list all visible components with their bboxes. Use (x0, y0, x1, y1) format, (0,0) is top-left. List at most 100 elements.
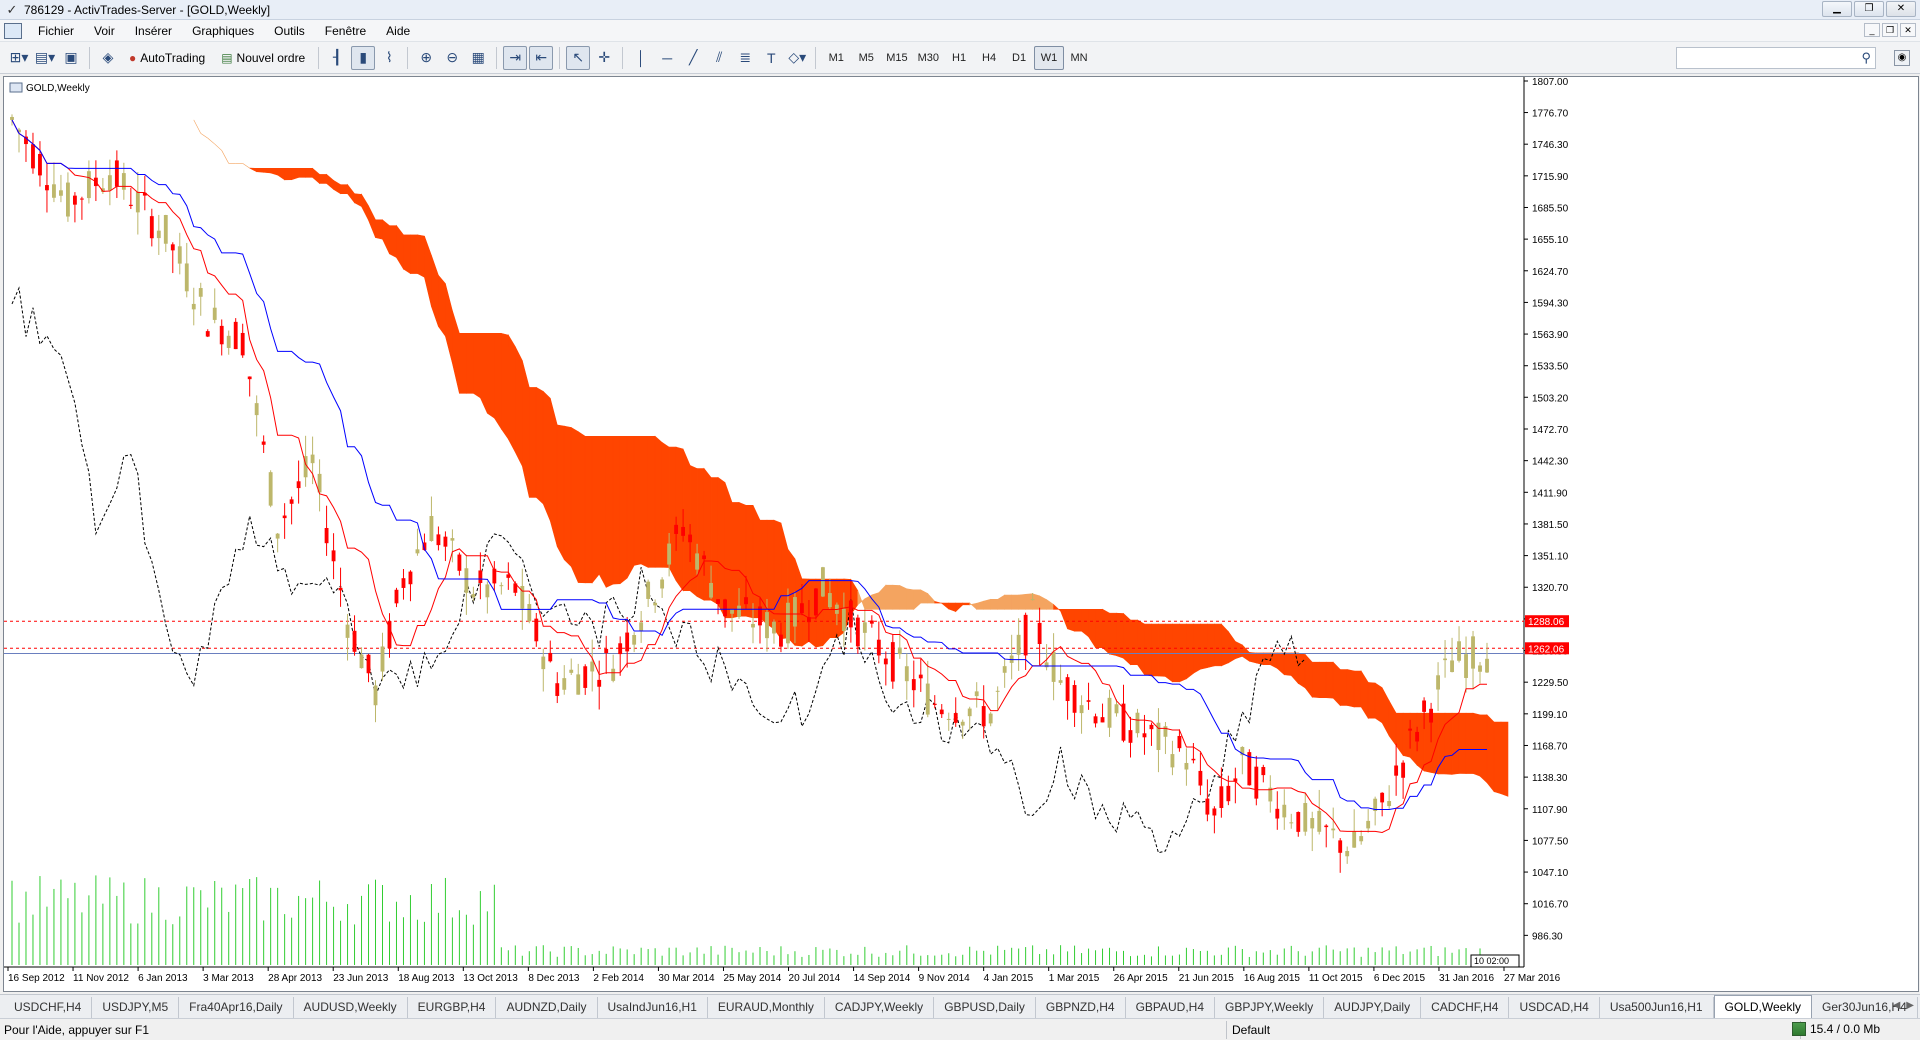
cursor-icon[interactable]: ↖ (566, 45, 591, 70)
candle-body (457, 554, 462, 571)
kumo-bullish-segment (899, 585, 908, 610)
community-icon[interactable]: ◉ (1894, 50, 1910, 66)
candle-body (925, 683, 930, 715)
vertical-line-icon[interactable]: │ (629, 46, 653, 70)
time-tick-label: 28 Apr 2013 (268, 973, 322, 984)
profiles-button[interactable]: ▤▾ (33, 46, 57, 70)
maximize-button[interactable]: ❐ (1854, 1, 1884, 17)
chart-tab[interactable]: GBPJPY,Weekly (1215, 997, 1325, 1018)
auto-scroll-icon[interactable]: ⇥ (503, 45, 528, 70)
child-close-button[interactable]: ✕ (1900, 23, 1916, 37)
timeframe-m15[interactable]: M15 (881, 46, 912, 70)
market-watch-icon[interactable]: ▣ (59, 46, 83, 70)
menu-aide[interactable]: Aide (378, 22, 422, 40)
toolbar-separator (815, 46, 817, 69)
candle-body (212, 307, 217, 320)
kumo-bearish-segment (1353, 670, 1362, 708)
timeframe-w1[interactable]: W1 (1034, 45, 1065, 70)
kumo-bearish-segment (1311, 661, 1320, 699)
shapes-menu-icon[interactable]: ◇▾ (785, 46, 809, 70)
candlestick-chart-icon[interactable]: ▮ (351, 45, 376, 70)
chart-document-icon[interactable] (4, 22, 22, 39)
candle-body (632, 635, 637, 645)
candle-body (205, 331, 210, 337)
new-order-button[interactable]: ▤ Nouvel ordre (214, 46, 312, 70)
chart-tab[interactable]: GBPUSD,Daily (934, 997, 1036, 1018)
trendline-icon[interactable]: ╱ (681, 46, 705, 70)
experts-icon[interactable]: ◈ (96, 46, 120, 70)
timeframe-h4[interactable]: H4 (974, 46, 1004, 70)
new-chart-button[interactable]: ⊞▾ (7, 46, 31, 70)
chart-tab[interactable]: USDCAD,H4 (1509, 997, 1600, 1018)
chart-tab[interactable]: AUDUSD,Weekly (294, 997, 408, 1018)
chart-tab[interactable]: Usa500Jun16,H1 (1600, 997, 1714, 1018)
candle-body (660, 579, 665, 589)
chart-tab[interactable]: GBPNZD,H4 (1036, 997, 1126, 1018)
kumo-bearish-segment (1339, 669, 1348, 706)
candle-body (939, 709, 944, 715)
menu-inserer[interactable]: Insérer (127, 22, 184, 40)
channel-icon[interactable]: ⫽ (707, 46, 731, 70)
timeframe-d1[interactable]: D1 (1004, 46, 1034, 70)
chart-tab[interactable]: AUDJPY,Daily (1324, 997, 1422, 1018)
chart-tab[interactable]: EURAUD,Monthly (708, 997, 825, 1018)
chart-shift-icon[interactable]: ⇤ (529, 45, 554, 70)
fibonacci-icon[interactable]: ≣ (733, 46, 757, 70)
candle-body (450, 538, 455, 541)
timeframe-m5[interactable]: M5 (851, 46, 881, 70)
chart-tab[interactable]: Fra40Apr16,Daily (179, 997, 294, 1018)
horizontal-line-icon[interactable]: ─ (655, 46, 679, 70)
line-chart-icon[interactable]: ⌇ (377, 46, 401, 70)
child-minimize-button[interactable]: _ (1864, 23, 1880, 37)
timeframe-mn[interactable]: MN (1064, 46, 1094, 70)
candle-body (534, 618, 539, 642)
candle-body (562, 678, 567, 690)
timeframe-m30[interactable]: M30 (913, 46, 944, 70)
kumo-bearish-segment (584, 435, 593, 584)
candle-body (1485, 658, 1489, 673)
chart-tab[interactable]: USDCHF,H4 (4, 997, 93, 1018)
zoom-in-icon[interactable]: ⊕ (414, 46, 438, 70)
chart-tab[interactable]: EURGBP,H4 (408, 997, 497, 1018)
chart-tab[interactable]: AUDNZD,Daily (496, 997, 598, 1018)
timeframe-h1[interactable]: H1 (944, 46, 974, 70)
kumo-bearish-segment (647, 435, 656, 568)
chart-tab[interactable]: GBPAUD,H4 (1126, 997, 1216, 1018)
chart-tab[interactable]: CADJPY,Weekly (825, 997, 935, 1018)
crosshair-icon[interactable]: ✛ (592, 46, 616, 70)
profile-name: Default (1232, 1023, 1271, 1037)
tab-scroll-arrows[interactable]: ◀ ▶ (1893, 1000, 1914, 1011)
autotrading-button[interactable]: ● AutoTrading (122, 46, 212, 70)
chart-tab[interactable]: CADCHF,H4 (1421, 997, 1510, 1018)
candle-body (1310, 818, 1315, 829)
minimize-button[interactable]: ▁ (1822, 1, 1852, 17)
candle-body (1359, 836, 1364, 842)
timeframe-m1[interactable]: M1 (821, 46, 851, 70)
bar-chart-icon[interactable]: ┨ (325, 46, 349, 70)
search-input[interactable] (1677, 48, 1847, 68)
text-tool-icon[interactable]: T (759, 46, 783, 70)
tab-scroll-left-icon[interactable]: ◀ (1893, 1000, 1901, 1011)
menu-outils[interactable]: Outils (266, 22, 317, 40)
candle-body (1282, 804, 1287, 818)
chart-tab[interactable]: UsaIndJun16,H1 (598, 997, 708, 1018)
menu-fichier[interactable]: Fichier (30, 22, 86, 40)
search-icon[interactable]: ⚲ (1861, 50, 1871, 66)
chart-tab[interactable]: USDJPY,M5 (92, 997, 180, 1018)
tile-windows-icon[interactable]: ▦ (466, 46, 490, 70)
connection-status[interactable]: 15.4 / 0.0 Mb (1791, 1022, 1880, 1036)
candle-body (730, 609, 734, 614)
gold-weekly-chart[interactable]: 1807.00 1776.70 1746.30 1715.90 1685.50 1655.… (4, 77, 1918, 991)
menu-fenetre[interactable]: Fenêtre (317, 22, 378, 40)
menu-voir[interactable]: Voir (86, 22, 127, 40)
zoom-out-icon[interactable]: ⊖ (440, 46, 464, 70)
chart-window[interactable]: 1807.00 1776.70 1746.30 1715.90 1685.50 1655.… (3, 76, 1919, 992)
chart-tab[interactable]: GOLD,Weekly (1713, 995, 1813, 1018)
candle-body (1261, 767, 1266, 776)
kumo-bullish-segment (1011, 594, 1019, 610)
close-button[interactable]: ✕ (1886, 1, 1916, 17)
candle-body (625, 632, 630, 652)
child-restore-button[interactable]: ❐ (1882, 23, 1898, 37)
tab-scroll-right-icon[interactable]: ▶ (1906, 1000, 1914, 1011)
menu-graphiques[interactable]: Graphiques (184, 22, 266, 40)
